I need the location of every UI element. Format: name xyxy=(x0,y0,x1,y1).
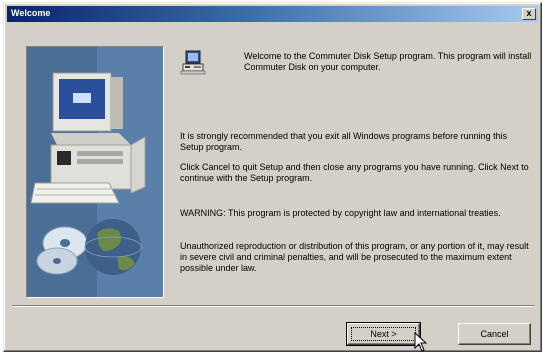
legal-text: Unauthorized reproduction or distributio… xyxy=(180,241,529,273)
setup-computer-icon xyxy=(180,50,206,75)
next-button[interactable]: Next > xyxy=(346,322,421,346)
close-icon: x xyxy=(526,8,532,18)
setup-dialog: Welcome x Welcome to the Commuter Disk S… xyxy=(3,2,542,352)
cancel-button[interactable]: Cancel xyxy=(458,323,531,345)
computer-cd-globe-illustration xyxy=(27,47,163,297)
warning-text: WARNING: This program is protected by co… xyxy=(180,208,501,218)
exit-programs-text: It is strongly recommended that you exit… xyxy=(180,131,508,152)
instructions-text: Click Cancel to quit Setup and then clos… xyxy=(180,162,529,183)
close-button[interactable]: x xyxy=(522,8,536,20)
setup-illustration xyxy=(26,46,164,298)
welcome-text: Welcome to the Commuter Disk Setup progr… xyxy=(244,51,532,72)
next-button-label: Next > xyxy=(370,329,397,339)
window-title: Welcome xyxy=(11,8,51,18)
button-separator xyxy=(12,305,535,307)
title-bar[interactable]: Welcome x xyxy=(7,6,538,22)
cancel-button-label: Cancel xyxy=(480,329,509,339)
